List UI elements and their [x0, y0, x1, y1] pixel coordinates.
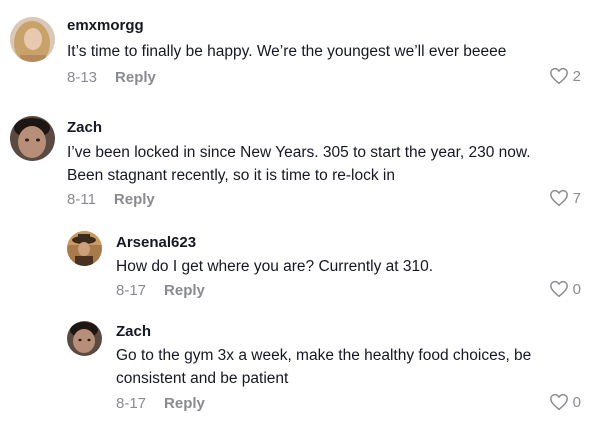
reply-meta: 8-17 Reply — [116, 395, 205, 412]
comment-item: emxmorgg It’s time to finally be happy. … — [0, 0, 595, 100]
like-count: 0 — [572, 280, 581, 298]
user-avatar-icon — [67, 321, 102, 356]
reply-username[interactable]: Arsenal623 — [116, 234, 196, 251]
heart-icon — [549, 393, 568, 411]
heart-icon — [549, 189, 568, 207]
reply-meta: 8-17 Reply — [116, 282, 205, 299]
avatar[interactable] — [10, 17, 55, 62]
like-count: 7 — [572, 189, 581, 207]
reply-username[interactable]: Zach — [116, 323, 151, 340]
avatar[interactable] — [67, 231, 102, 266]
reply-item: Arsenal623 How do I get where you are? C… — [0, 220, 595, 310]
like-button[interactable]: 2 — [549, 67, 581, 85]
avatar[interactable] — [67, 321, 102, 356]
like-button[interactable]: 7 — [549, 189, 581, 207]
heart-icon — [549, 67, 568, 85]
reply-item: Zach Go to the gym 3x a week, make the h… — [0, 310, 595, 437]
user-avatar-icon — [10, 116, 55, 161]
comment-date: 8-11 — [67, 191, 96, 208]
reply-text: Go to the gym 3x a week, make the health… — [116, 347, 532, 387]
reply-button[interactable]: Reply — [114, 191, 155, 208]
heart-icon — [549, 280, 568, 298]
comment-username[interactable]: emxmorgg — [67, 17, 144, 34]
comment-text: It’s time to finally be happy. We’re the… — [67, 43, 507, 60]
like-count: 2 — [572, 67, 581, 85]
like-button[interactable]: 0 — [549, 280, 581, 298]
comment-date: 8-13 — [67, 69, 98, 86]
comment-username[interactable]: Zach — [67, 119, 102, 136]
comment-meta: 8-11 Reply — [67, 191, 155, 208]
comment-meta: 8-13 Reply — [67, 69, 156, 86]
user-avatar-icon — [10, 17, 55, 62]
reply-button[interactable]: Reply — [164, 282, 205, 299]
like-button[interactable]: 0 — [549, 393, 581, 411]
reply-date: 8-17 — [116, 395, 147, 412]
like-count: 0 — [572, 393, 581, 411]
avatar[interactable] — [10, 116, 55, 161]
user-avatar-icon — [67, 231, 102, 266]
reply-date: 8-17 — [116, 282, 147, 299]
comment-text: I’ve been locked in since New Years. 305… — [67, 144, 531, 184]
reply-text: How do I get where you are? Currently at… — [116, 258, 434, 275]
comment-item: Zach I’ve been locked in since New Years… — [0, 100, 595, 220]
reply-button[interactable]: Reply — [115, 69, 156, 86]
reply-button[interactable]: Reply — [164, 395, 205, 412]
